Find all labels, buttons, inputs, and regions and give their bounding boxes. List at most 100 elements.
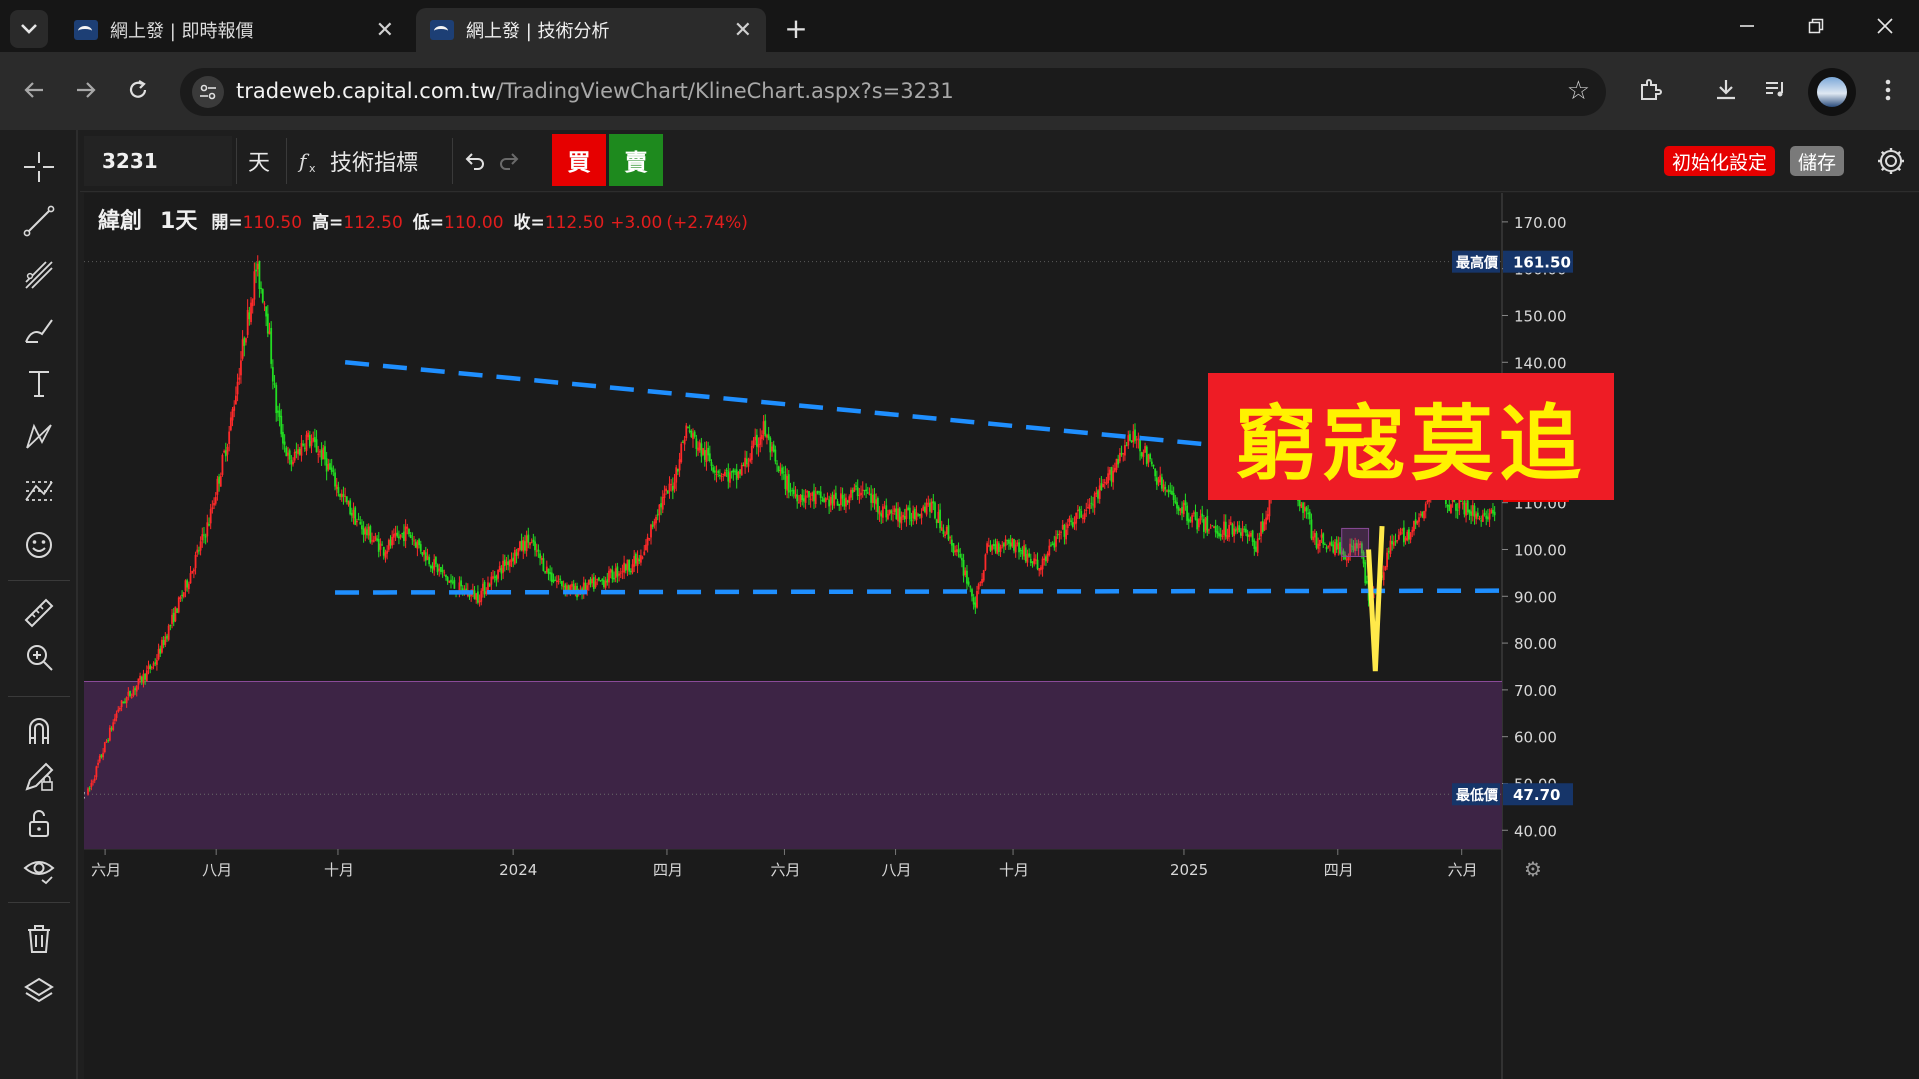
candle-body [705,449,708,463]
candle-body [1078,508,1081,511]
pattern-icon[interactable] [18,416,60,458]
candle-body [601,579,604,581]
bookmark-star-icon[interactable]: ☆ [1567,76,1590,106]
emoji-icon[interactable] [18,524,60,566]
profile-avatar[interactable] [1808,68,1856,116]
candle-body [245,338,247,343]
candle-body [179,597,182,599]
crosshair-icon[interactable] [18,146,60,188]
candle-body [172,612,175,623]
candle-body [1039,567,1042,571]
candle-body [1330,541,1333,546]
candle-body [214,497,217,504]
chart-canvas[interactable]: 180.00170.00160.00150.00140.00130.00120.… [84,193,1919,1079]
chart-settings-button[interactable] [1872,142,1910,180]
candle-body [692,433,694,440]
brush-icon[interactable] [18,308,60,350]
candle-body [670,484,673,486]
candle-body [690,430,693,437]
url-bar[interactable]: tradeweb.capital.com.tw/TradingViewChart… [180,68,1606,116]
candle-body [251,299,254,307]
trend-line-icon[interactable] [18,200,60,242]
visibility-icon[interactable] [18,848,60,890]
tab-technical-analysis[interactable]: 網上發 | 技術分析 ✕ [416,8,766,52]
candle-body [1043,558,1046,560]
candle-body [1298,499,1301,506]
candle-body [940,527,943,531]
candle-body [675,467,678,483]
candle-body [903,515,906,520]
candle-body [818,491,820,493]
media-control-icon[interactable] [1756,70,1796,110]
save-button[interactable]: 儲存 [1790,146,1845,176]
price-chart[interactable]: 180.00170.00160.00150.00140.00130.00120.… [84,193,1919,1079]
magnet-icon[interactable] [18,710,60,752]
tab-search-button[interactable] [10,10,48,48]
candle-body [724,471,726,477]
candle-body [962,559,965,576]
undo-button[interactable] [464,140,486,182]
tab-title: 網上發 | 即時報價 [110,21,254,42]
function-icon: fx [297,149,316,174]
new-tab-button[interactable]: + [778,12,814,48]
unlock-icon[interactable] [18,802,60,844]
candle-body [381,544,384,546]
candle-body [209,509,212,524]
prediction-icon[interactable] [18,470,60,512]
candle-body [115,713,118,718]
candle-body [982,570,985,581]
layers-icon[interactable] [18,970,60,1012]
candle-body [1229,522,1232,525]
candle-body [1386,552,1388,568]
minimize-button[interactable] [1712,0,1782,52]
candle-body [240,360,242,376]
reset-settings-button[interactable]: 初始化設定 [1664,146,1776,176]
sell-button[interactable]: 賣 [609,134,663,186]
candle-body [643,551,646,556]
interval-selector[interactable]: 天 [248,140,270,182]
downloads-icon[interactable] [1706,70,1746,110]
site-settings-icon[interactable] [192,76,224,108]
trash-icon[interactable] [18,918,60,960]
candle-body [382,547,385,556]
close-window-button[interactable] [1850,0,1919,52]
candle-body [797,502,800,504]
back-button[interactable] [14,70,54,110]
candle-body [438,568,441,571]
candle-body [1461,503,1464,505]
candle-body [1194,511,1197,520]
ruler-icon[interactable] [18,592,60,634]
candle-body [266,313,269,334]
extensions-icon[interactable] [1630,70,1670,110]
candle-body [122,701,125,704]
tab-realtime-quote[interactable]: 網上發 | 即時報價 ✕ [60,8,408,52]
close-icon[interactable]: ✕ [376,18,394,43]
annotation-callout[interactable]: 窮寇莫追 [1208,373,1614,500]
buy-button[interactable]: 買 [552,134,606,186]
candle-body [208,523,210,526]
candle-body [221,454,224,475]
indicators-button[interactable]: fx 技術指標 [296,140,418,182]
candle-body [367,526,370,536]
pitchfork-icon[interactable] [18,254,60,296]
candle-body [1038,568,1041,571]
lock-drawing-icon[interactable] [18,756,60,798]
reload-button[interactable] [118,70,158,110]
text-tool-icon[interactable] [18,362,60,404]
close-icon[interactable]: ✕ [734,18,752,43]
candle-body [159,648,162,654]
candle-body [1366,580,1368,584]
candle-body [542,558,545,572]
candle-body [882,506,884,518]
browser-menu-icon[interactable] [1868,70,1908,110]
redo-button[interactable] [498,140,520,182]
forward-button[interactable] [66,70,106,110]
candle-body [1102,483,1104,488]
restore-button[interactable] [1781,0,1851,52]
candle-body [366,529,368,536]
price-tick-label: 150.00 [1514,307,1567,325]
candle-body [907,507,910,510]
symbol-search-input[interactable]: 3231 [84,136,232,186]
zoom-in-icon[interactable] [18,636,60,678]
candle-body [93,778,96,781]
